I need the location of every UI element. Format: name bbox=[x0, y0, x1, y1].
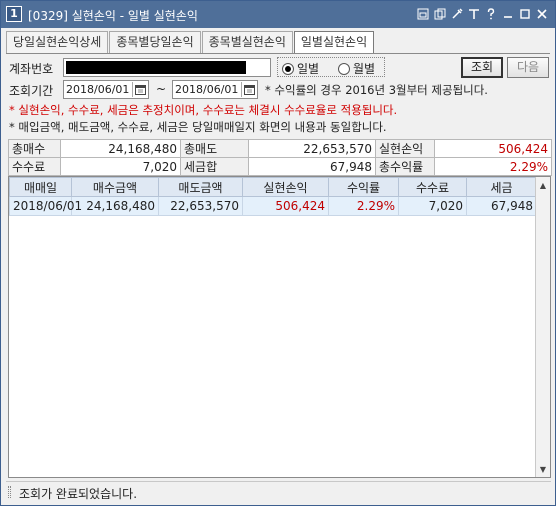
date-to-value: 2018/06/01 bbox=[175, 83, 239, 96]
maximize-icon[interactable] bbox=[518, 6, 532, 22]
column-header-sell-amount[interactable]: 매도금액 bbox=[158, 177, 243, 197]
settings-icon[interactable] bbox=[450, 6, 464, 22]
column-header-buy-amount[interactable]: 매수금액 bbox=[71, 177, 159, 197]
realized-pnl-window: 1 [0329] 실현손익 - 일별 실현손익 당일실현손익상세 종목별당일손익… bbox=[0, 0, 556, 506]
table-row[interactable]: 2018/06/01 24,168,480 22,653,570 506,424… bbox=[9, 196, 537, 216]
account-label: 계좌번호 bbox=[9, 62, 54, 76]
title-bar-icons bbox=[416, 6, 549, 22]
monthly-radio-label: 월별 bbox=[353, 62, 376, 76]
copy-window-icon[interactable] bbox=[433, 6, 447, 22]
daily-radio-dot bbox=[282, 62, 294, 75]
grip-icon bbox=[8, 486, 11, 498]
close-icon[interactable] bbox=[535, 6, 549, 22]
period-label: 조회기간 bbox=[9, 84, 54, 98]
status-bar: 조회가 완료되었습니다. bbox=[6, 481, 551, 502]
column-header-commission[interactable]: 수수료 bbox=[398, 177, 467, 197]
tax-total-label: 세금합 bbox=[180, 157, 249, 176]
cell-realized-pnl: 506,424 bbox=[242, 196, 329, 216]
date-from-field[interactable]: 2018/06/01 bbox=[63, 80, 149, 99]
cell-yield: 2.29% bbox=[328, 196, 399, 216]
daily-radio-label: 일별 bbox=[297, 62, 320, 76]
summary-table: 총매수 24,168,480 총매도 22,653,570 실현손익 506,4… bbox=[8, 139, 552, 176]
summary-row: 수수료 7,020 세금합 67,948 총수익률 2.29% bbox=[8, 157, 552, 176]
date-range-separator: ~ bbox=[156, 82, 167, 96]
total-sell-value: 22,653,570 bbox=[248, 139, 376, 158]
tab-divider bbox=[6, 53, 550, 54]
tab-daily-realized-detail[interactable]: 당일실현손익상세 bbox=[6, 31, 109, 53]
yield-availability-note: * 수익률의 경우 2016년 3월부터 제공됩니다. bbox=[265, 83, 488, 97]
help-icon[interactable] bbox=[484, 6, 498, 22]
column-header-tax[interactable]: 세금 bbox=[466, 177, 537, 197]
total-buy-value: 24,168,480 bbox=[60, 139, 181, 158]
next-button[interactable]: 다음 bbox=[507, 57, 549, 78]
window-number-badge: 1 bbox=[6, 6, 22, 22]
column-header-trade-date[interactable]: 매매일 bbox=[9, 177, 72, 197]
calendar-icon[interactable] bbox=[241, 82, 256, 97]
status-message: 조회가 완료되었습니다. bbox=[19, 487, 138, 501]
monthly-radio-dot bbox=[338, 62, 350, 75]
consistency-notice: * 매입금액, 매도금액, 수수료, 세금은 당일매매일지 화면의 내용과 동일… bbox=[9, 120, 387, 134]
realized-pnl-label: 실현손익 bbox=[375, 139, 435, 158]
grid-header-row: 매매일 매수금액 매도금액 실현손익 수익률 수수료 세금 bbox=[9, 177, 537, 197]
tax-total-value: 67,948 bbox=[248, 157, 376, 176]
monthly-radio[interactable]: 월별 bbox=[338, 60, 375, 77]
date-to-field[interactable]: 2018/06/01 bbox=[172, 80, 258, 99]
cell-tax: 67,948 bbox=[466, 196, 537, 216]
tab-daily-realized-pnl[interactable]: 일별실현손익 bbox=[293, 31, 375, 54]
date-from-value: 2018/06/01 bbox=[66, 83, 130, 96]
total-sell-label: 총매도 bbox=[180, 139, 249, 158]
tab-stock-daily-pnl[interactable]: 종목별당일손익 bbox=[109, 31, 201, 53]
total-buy-label: 총매수 bbox=[8, 139, 61, 158]
account-number-field[interactable] bbox=[63, 58, 271, 77]
total-yield-value: 2.29% bbox=[434, 157, 552, 176]
period-type-radio-group: 일별 월별 bbox=[277, 57, 385, 77]
cell-sell-amount: 22,653,570 bbox=[158, 196, 243, 216]
account-number-redacted bbox=[66, 61, 246, 74]
column-header-yield[interactable]: 수익률 bbox=[328, 177, 399, 197]
column-header-realized-pnl[interactable]: 실현손익 bbox=[242, 177, 329, 197]
summary-row: 총매수 24,168,480 총매도 22,653,570 실현손익 506,4… bbox=[8, 139, 552, 158]
estimate-notice: * 실현손익, 수수료, 세금은 추정치이며, 수수료는 체결시 수수료율로 적… bbox=[9, 103, 398, 117]
commission-label: 수수료 bbox=[8, 157, 61, 176]
scroll-up-icon[interactable]: ▲ bbox=[536, 178, 550, 192]
cell-trade-date: 2018/06/01 bbox=[9, 196, 82, 216]
title-bar[interactable]: 1 [0329] 실현손익 - 일별 실현손익 bbox=[1, 1, 555, 28]
tab-strip: 당일실현손익상세 종목별당일손익 종목별실현손익 일별실현손익 bbox=[6, 31, 375, 54]
total-yield-label: 총수익률 bbox=[375, 157, 435, 176]
window-title: [0329] 실현손익 - 일별 실현손익 bbox=[28, 9, 198, 23]
tab-stock-realized-pnl[interactable]: 종목별실현손익 bbox=[201, 31, 293, 53]
font-size-icon[interactable] bbox=[467, 6, 481, 22]
scroll-down-icon[interactable]: ▼ bbox=[536, 462, 550, 476]
daily-pnl-grid[interactable]: 매매일 매수금액 매도금액 실현손익 수익률 수수료 세금 2018/06/01… bbox=[8, 176, 551, 478]
commission-value: 7,020 bbox=[60, 157, 181, 176]
cell-buy-amount: 24,168,480 bbox=[71, 196, 159, 216]
minimize-icon[interactable] bbox=[501, 6, 515, 22]
realized-pnl-value: 506,424 bbox=[434, 139, 552, 158]
restore-layout-icon[interactable] bbox=[416, 6, 430, 22]
query-button[interactable]: 조회 bbox=[461, 57, 503, 78]
daily-radio[interactable]: 일별 bbox=[282, 60, 319, 77]
cell-commission: 7,020 bbox=[398, 196, 467, 216]
grid-table: 매매일 매수금액 매도금액 실현손익 수익률 수수료 세금 2018/06/01… bbox=[9, 177, 537, 216]
calendar-icon[interactable] bbox=[132, 82, 147, 97]
vertical-scrollbar[interactable]: ▲ ▼ bbox=[535, 177, 550, 477]
